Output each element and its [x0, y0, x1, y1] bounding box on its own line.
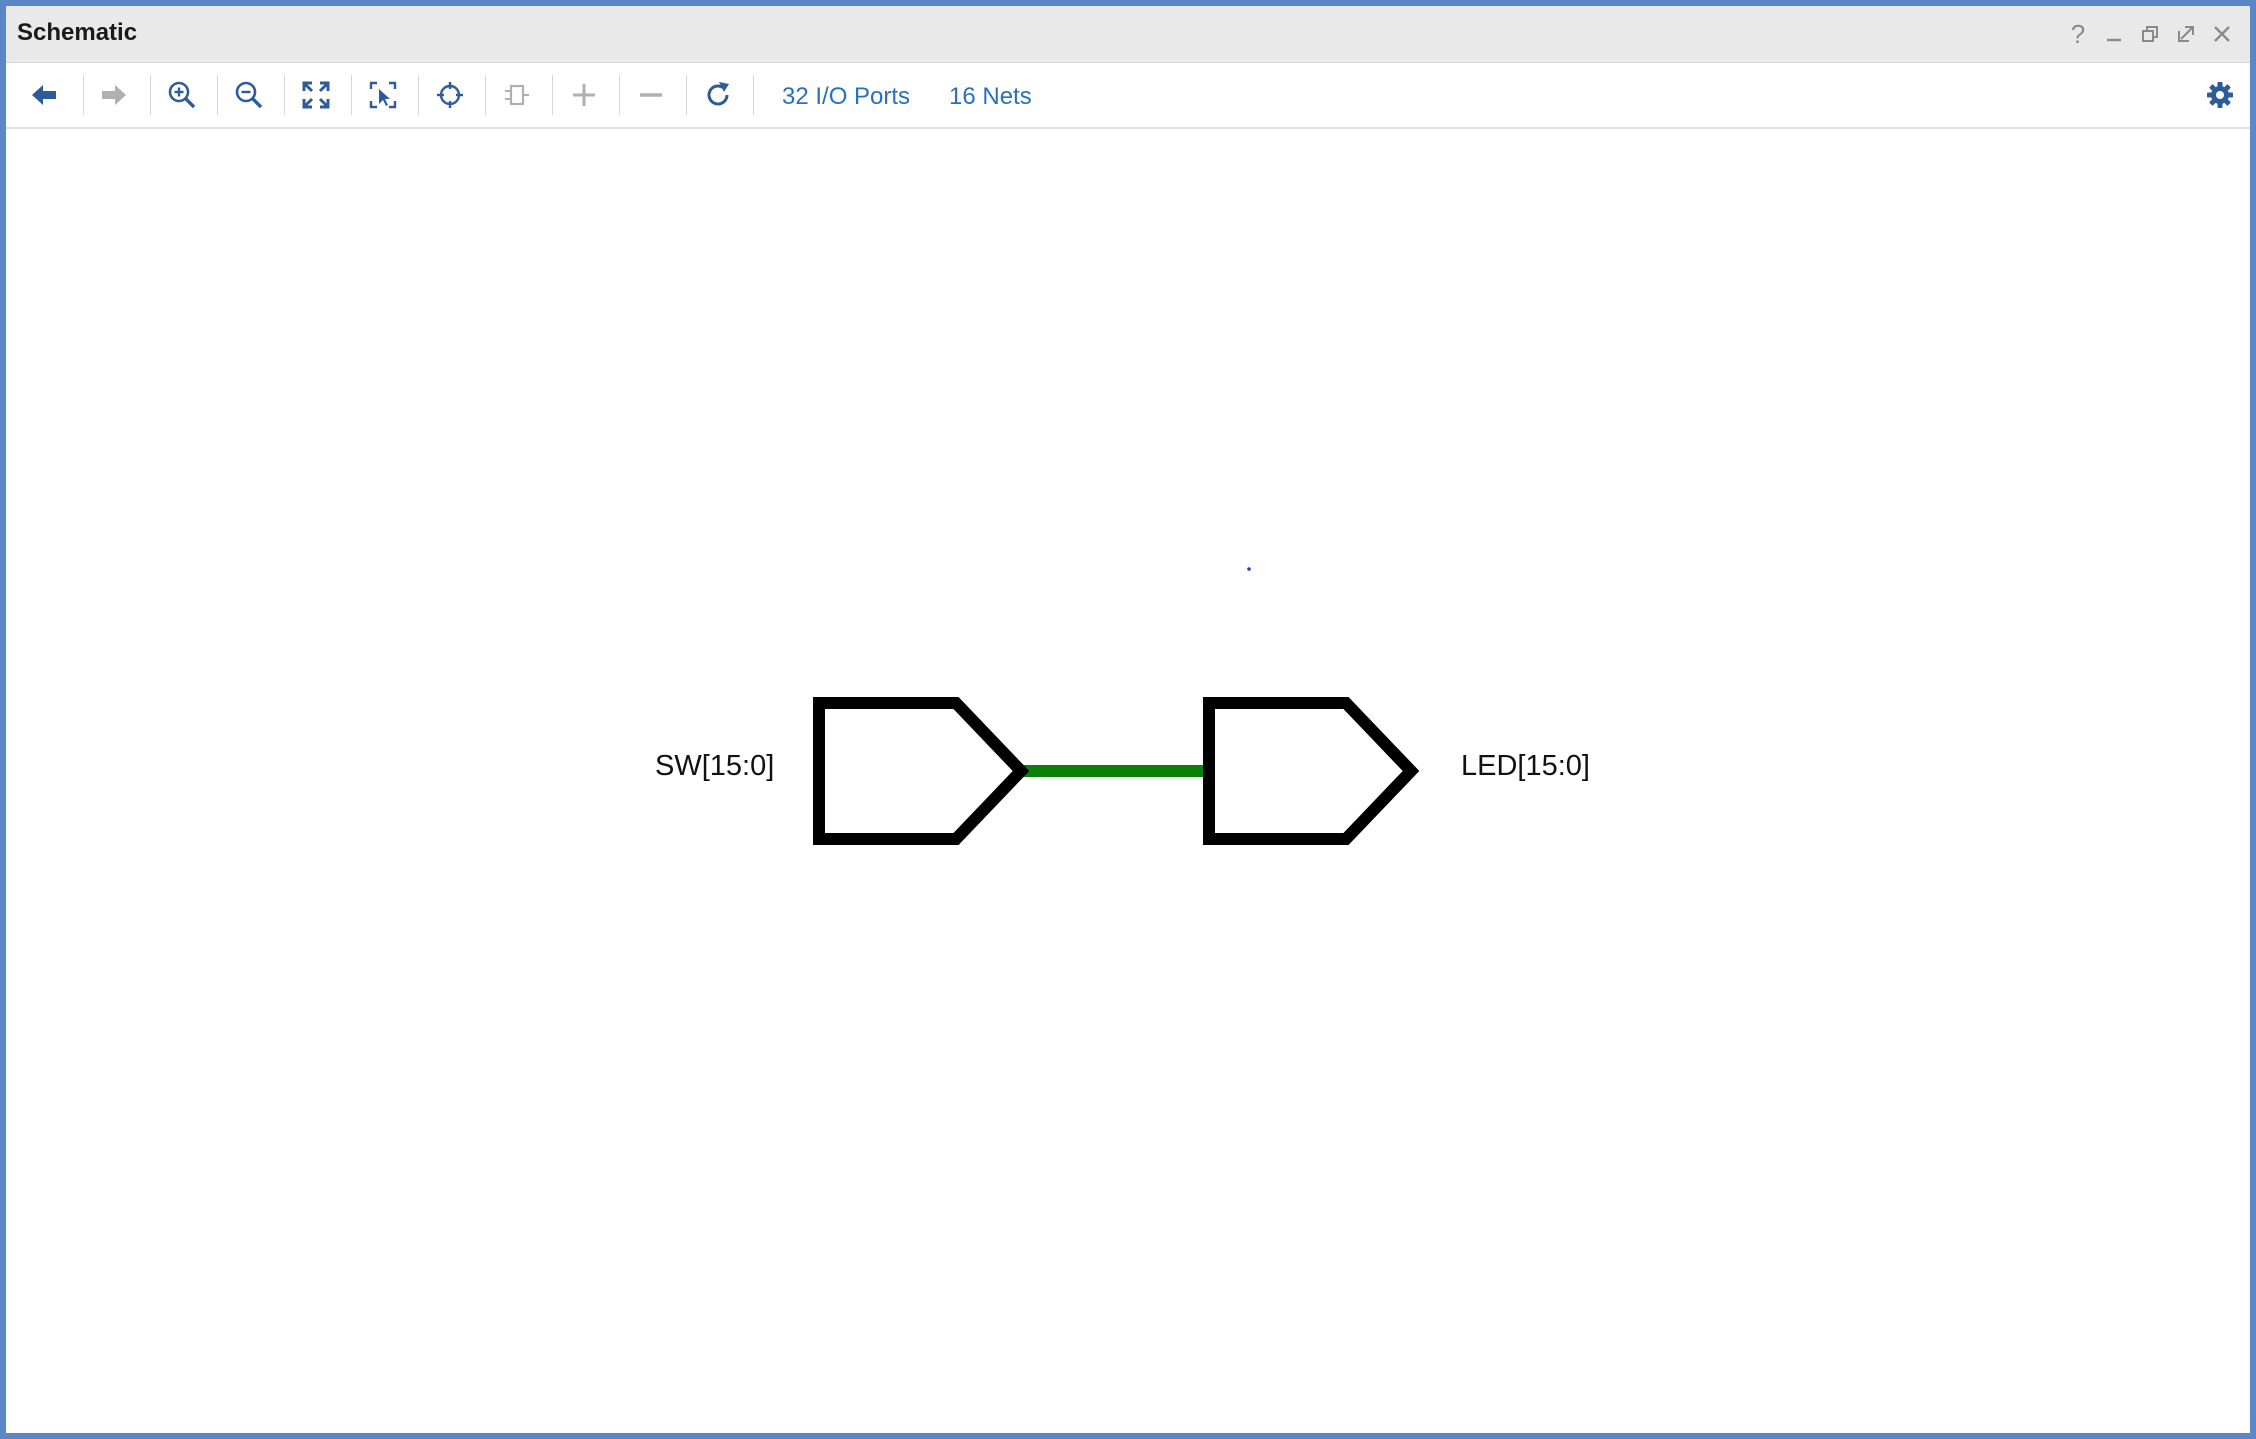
fit-icon	[302, 81, 330, 109]
plus-icon	[573, 84, 595, 106]
toggle-cell-button[interactable]	[495, 73, 539, 117]
expand-button[interactable]	[562, 73, 606, 117]
window-controls: ?	[2060, 16, 2240, 52]
input-port-symbol[interactable]	[813, 697, 1030, 845]
close-icon[interactable]	[2204, 16, 2240, 52]
output-port-label[interactable]: LED[15:0]	[1461, 750, 1590, 783]
forward-button[interactable]	[92, 73, 136, 117]
regenerate-button[interactable]	[696, 73, 740, 117]
minus-icon	[640, 93, 662, 97]
schematic-toolbar: 32 I/O Ports 16 Nets	[6, 63, 2250, 129]
io-ports-link[interactable]: 32 I/O Ports	[782, 83, 910, 111]
restore-icon[interactable]	[2132, 16, 2168, 52]
zoom-area-icon	[369, 81, 397, 109]
schematic-canvas[interactable]: SW[15:0] LED[15:0]	[6, 129, 2250, 1433]
back-button[interactable]	[22, 73, 66, 117]
gear-icon	[2207, 82, 2233, 108]
zoom-in-button[interactable]	[160, 73, 204, 117]
schematic-window: Schematic ? 32 I/O Ports 16 Nets SW[15:0…	[0, 0, 2256, 1439]
minimize-icon[interactable]	[2096, 16, 2132, 52]
arrow-left-icon	[32, 85, 56, 105]
zoom-in-icon	[168, 81, 196, 109]
refresh-icon	[707, 82, 729, 106]
settings-button[interactable]	[2198, 73, 2242, 117]
input-port-label[interactable]: SW[15:0]	[655, 750, 774, 783]
collapse-button[interactable]	[629, 73, 673, 117]
cell-icon	[505, 84, 529, 106]
nets-link[interactable]: 16 Nets	[949, 83, 1032, 111]
zoom-fit-button[interactable]	[294, 73, 338, 117]
float-icon[interactable]	[2168, 16, 2204, 52]
crosshair-icon	[437, 82, 463, 108]
title-bar: Schematic ?	[6, 6, 2250, 63]
canvas-dot	[1247, 567, 1251, 571]
zoom-area-button[interactable]	[361, 73, 405, 117]
window-title: Schematic	[17, 19, 138, 46]
output-port-symbol[interactable]	[1203, 697, 1420, 845]
help-icon[interactable]: ?	[2060, 16, 2096, 52]
arrow-right-icon	[102, 85, 126, 105]
schematic-drawing	[813, 567, 1420, 845]
zoom-out-button[interactable]	[227, 73, 271, 117]
zoom-out-icon	[235, 81, 263, 109]
auto-fit-selection-button[interactable]	[428, 73, 472, 117]
